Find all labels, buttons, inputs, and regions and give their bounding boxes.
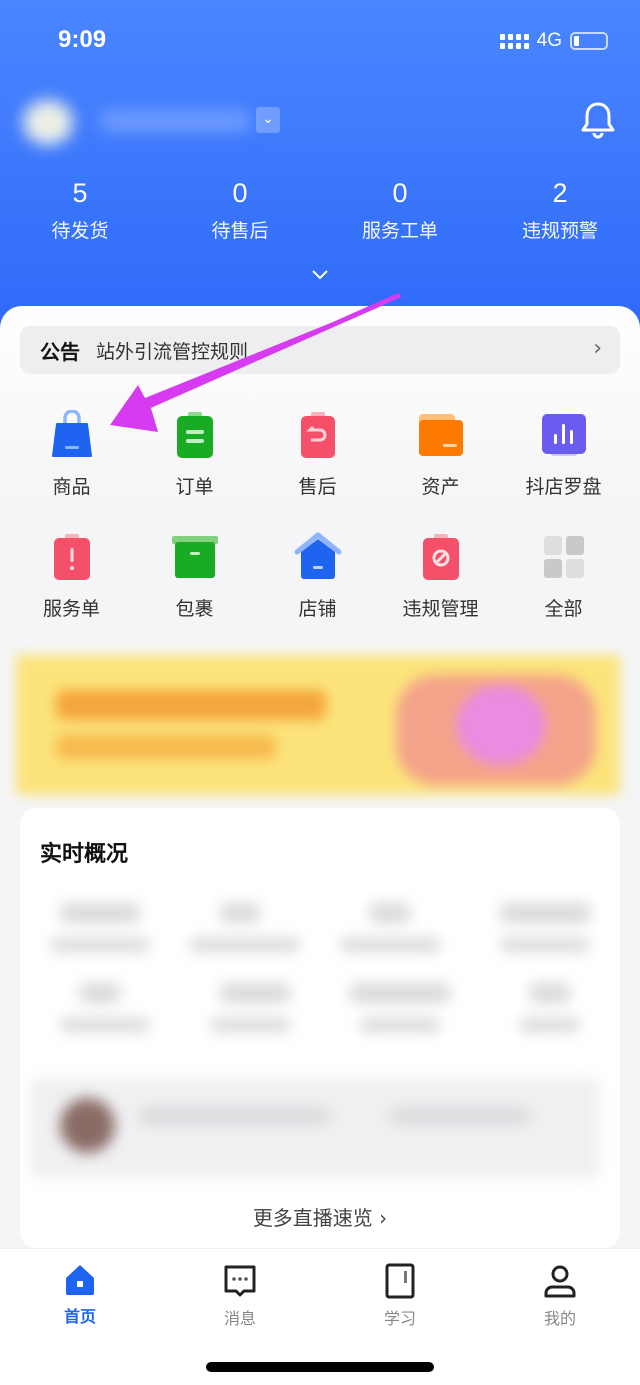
grid-icon [543, 536, 584, 578]
shortcut-label: 售后 [298, 476, 337, 498]
stat-label: 待售后 [211, 220, 269, 242]
home-icon [66, 1265, 94, 1295]
tab-label: 首页 [63, 1307, 96, 1326]
shortcut-after-sales[interactable]: 售后 [256, 410, 379, 532]
stat-label: 待发货 [51, 220, 109, 242]
shortcut-label: 商品 [52, 476, 91, 498]
shop-avatar [23, 100, 73, 145]
chart-icon [541, 414, 586, 456]
shortcut-label: 抖店罗盘 [525, 476, 602, 498]
wallet-icon [418, 414, 463, 456]
home-indicator [206, 1362, 434, 1372]
shop-name-blurred [100, 110, 250, 132]
stat-label: 服务工单 [361, 220, 438, 242]
bell-icon[interactable] [580, 100, 616, 140]
shortcut-service-orders[interactable]: 服务单 [10, 532, 133, 654]
chevron-down-icon[interactable]: ⌄ [256, 107, 280, 133]
shortcut-label: 订单 [175, 476, 214, 498]
stat-value: 0 [232, 178, 248, 208]
stats-row: 5 待发货 0 待售后 0 服务工单 2 违规预警 [0, 178, 640, 243]
shortcut-all[interactable]: 全部 [502, 532, 625, 654]
header: 9:09 4G ⌄ 5 待发货 0 待售后 0 服务工单 2 违规预警 [0, 0, 640, 330]
stat-violation-warnings[interactable]: 2 违规预警 [480, 178, 640, 243]
shortcut-compass[interactable]: 抖店罗盘 [502, 410, 625, 532]
chevron-right-icon: › [379, 1206, 388, 1230]
shortcut-orders[interactable]: 订单 [133, 410, 256, 532]
stat-value: 5 [72, 178, 88, 208]
book-icon [385, 1263, 415, 1299]
announcement-tag: 公告 [40, 339, 80, 364]
stat-value: 0 [392, 178, 408, 208]
expand-chevron-icon[interactable] [310, 268, 330, 282]
shortcut-assets[interactable]: 资产 [379, 410, 502, 532]
more-live-overview-link[interactable]: 更多直播速览 › [20, 1202, 620, 1231]
order-clipboard-icon [176, 412, 213, 458]
shortcut-violations[interactable]: 违规管理 [379, 532, 502, 654]
tab-label: 消息 [223, 1309, 256, 1328]
shortcut-grid: 商品 订单 售后 资产 抖店罗盘 服务单 包裹 店铺 违规管理 全部 [0, 410, 640, 654]
network-type: 4G [536, 30, 562, 51]
shopping-bag-icon [51, 410, 92, 457]
shortcut-packages[interactable]: 包裹 [133, 532, 256, 654]
promo-banner[interactable] [16, 655, 620, 795]
realtime-overview-card: 实时概况 更多直播速览 › [20, 808, 620, 1248]
stat-pending-shipment[interactable]: 5 待发货 [0, 178, 160, 243]
more-label: 更多直播速览 [252, 1206, 373, 1230]
stat-label: 违规预警 [521, 220, 598, 242]
status-icons: 4G [499, 30, 608, 52]
shortcut-label: 服务单 [42, 598, 100, 620]
user-icon [544, 1265, 576, 1298]
store-house-icon [294, 532, 341, 579]
signal-icon [499, 33, 529, 49]
stat-value: 2 [552, 178, 568, 208]
battery-icon [570, 32, 608, 50]
overview-title: 实时概况 [40, 842, 129, 867]
tab-home[interactable]: 首页 [0, 1249, 160, 1385]
shortcut-store[interactable]: 店铺 [256, 532, 379, 654]
overview-metrics-blurred [30, 883, 610, 1183]
message-icon [224, 1265, 256, 1297]
shortcut-label: 违规管理 [402, 598, 479, 620]
tab-label: 学习 [383, 1309, 416, 1328]
stat-service-tickets[interactable]: 0 服务工单 [320, 178, 480, 243]
tab-label: 我的 [543, 1309, 576, 1328]
shortcut-label: 资产 [421, 476, 460, 498]
shortcut-label: 包裹 [175, 598, 214, 620]
after-sales-icon [300, 412, 335, 458]
status-time: 9:09 [58, 26, 107, 53]
tab-mine[interactable]: 我的 [480, 1249, 640, 1385]
shop-selector[interactable] [5, 95, 255, 150]
chevron-right-icon: › [593, 336, 602, 361]
alert-clipboard-icon [53, 534, 90, 580]
stat-pending-after-sales[interactable]: 0 待售后 [160, 178, 320, 243]
shortcut-label: 全部 [544, 598, 583, 620]
shortcut-label: 店铺 [298, 598, 337, 620]
announcement-text: 站外引流管控规则 [96, 340, 249, 363]
shortcut-products[interactable]: 商品 [10, 410, 133, 532]
violation-icon [422, 534, 459, 580]
announcement-bar[interactable]: 公告 站外引流管控规则 › [20, 326, 620, 374]
package-box-icon [171, 536, 218, 578]
